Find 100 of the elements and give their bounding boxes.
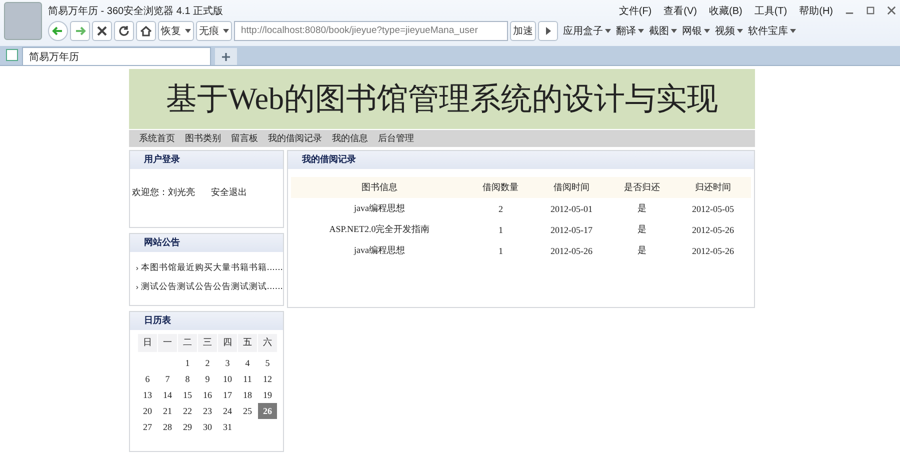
table-cell-text: 1 xyxy=(497,244,504,258)
calendar-day[interactable]: 13 xyxy=(138,387,157,403)
nav-link[interactable]: 我的信息 xyxy=(332,132,368,145)
table-cell-text: ASP.NET2.0完全开发指南 xyxy=(328,223,431,236)
menu-item[interactable]: 查看(V) xyxy=(664,4,697,18)
home-icon xyxy=(140,25,152,37)
plus-icon xyxy=(221,52,231,62)
site-title: 基于Web的图书馆管理系统的设计与实现 xyxy=(166,80,718,118)
refresh-button[interactable] xyxy=(114,21,134,41)
calendar-day[interactable]: 24 xyxy=(218,403,237,419)
calendar-day[interactable]: 21 xyxy=(158,403,177,419)
calendar-day[interactable]: 1 xyxy=(178,355,197,371)
toolbar-item[interactable]: 翻译 xyxy=(616,24,644,38)
nav-link[interactable]: 图书类别 xyxy=(185,132,221,145)
toolbar-item[interactable]: 网银 xyxy=(682,24,710,38)
nav-link[interactable]: 留言板 xyxy=(231,132,258,145)
go-button[interactable] xyxy=(538,21,558,41)
menu-item[interactable]: 工具(T) xyxy=(754,4,788,18)
calendar-day[interactable]: 23 xyxy=(198,403,217,419)
table-cell-text: 1 xyxy=(497,224,504,236)
calendar-day[interactable]: 11 xyxy=(238,371,257,387)
browser-tab[interactable]: 简易万年历 xyxy=(22,47,211,65)
back-button[interactable] xyxy=(48,21,68,41)
window-title: 简易万年历 - 360安全浏览器 4.1 正式版 xyxy=(48,4,224,18)
stop-button[interactable] xyxy=(92,21,112,41)
restore-button[interactable]: 恢复 xyxy=(158,21,194,41)
notice-link[interactable]: 本图书馆最近购买大量书籍书籍...... xyxy=(140,262,283,274)
column-header: 借阅数量 xyxy=(468,177,534,198)
calendar-day[interactable]: 6 xyxy=(138,371,157,387)
speedup-button[interactable]: 加速 xyxy=(510,21,536,41)
table-cell-text: 2012-05-26 xyxy=(549,244,594,258)
table-cell-text: 2012-05-26 xyxy=(691,224,736,236)
table-cell-text: java编程思想 xyxy=(352,244,406,257)
calendar-day[interactable]: 22 xyxy=(178,403,197,419)
sidebar-toggle-icon[interactable] xyxy=(6,49,18,61)
refresh-icon xyxy=(118,25,130,37)
forward-arrow-icon xyxy=(74,25,86,37)
nav-link[interactable]: 后台管理 xyxy=(378,132,414,145)
toolbar-item[interactable]: 视频 xyxy=(715,24,743,38)
panel-heading: 用户登录 xyxy=(130,151,283,169)
calendar-day[interactable]: 17 xyxy=(218,387,237,403)
calendar-day[interactable]: 20 xyxy=(138,403,157,419)
nav-link[interactable]: 我的借阅记录 xyxy=(268,132,322,145)
calendar-day[interactable]: 29 xyxy=(178,419,197,435)
calendar-day[interactable]: 19 xyxy=(258,387,277,403)
maximize-icon[interactable] xyxy=(866,6,875,15)
home-button[interactable] xyxy=(136,21,156,41)
calendar-day[interactable]: 9 xyxy=(198,371,217,387)
menu-item[interactable]: 帮助(H) xyxy=(799,4,833,18)
new-tab-button[interactable] xyxy=(215,48,237,65)
panel-heading: 我的借阅记录 xyxy=(288,151,754,169)
calendar-day[interactable]: 4 xyxy=(238,355,257,371)
table-cell: 是 xyxy=(609,198,676,219)
calendar-day[interactable]: 14 xyxy=(158,387,177,403)
table-cell: java编程思想 xyxy=(291,198,468,219)
notice-link[interactable]: 测试公告测试公告公告测试测试...... xyxy=(140,281,283,293)
toolbar-item[interactable]: 应用盒子 xyxy=(563,24,611,38)
table-cell-text: 是 xyxy=(636,223,648,236)
calendar-day[interactable]: 12 xyxy=(258,371,277,387)
welcome-text: 欢迎您：刘光亮 xyxy=(132,186,195,199)
incognito-button[interactable]: 无痕 xyxy=(196,21,232,41)
nav-link[interactable]: 系统首页 xyxy=(139,132,175,145)
calendar-day[interactable]: 10 xyxy=(218,371,237,387)
table-cell-text: 2012-05-17 xyxy=(549,224,594,236)
weekday-label: 三 xyxy=(198,334,217,352)
panel-heading: 日历表 xyxy=(130,312,283,330)
calendar-day[interactable]: 16 xyxy=(198,387,217,403)
table-cell-text: 是 xyxy=(636,244,648,257)
column-header: 是否归还 xyxy=(609,177,676,198)
calendar-day[interactable]: 31 xyxy=(218,419,237,435)
toolbar-item[interactable]: 软件宝库 xyxy=(748,24,796,38)
table-cell-text: 2012-05-26 xyxy=(691,244,736,258)
table-cell: 2012-05-05 xyxy=(675,198,751,219)
calendar-day[interactable]: 28 xyxy=(158,419,177,435)
address-bar[interactable]: http://localhost:8080/book/jieyue?type=jieyueMana_user xyxy=(234,21,508,41)
weekday-label: 五 xyxy=(238,334,257,352)
calendar-day[interactable]: 2 xyxy=(198,355,217,371)
weekday-label: 六 xyxy=(258,334,277,352)
panel-heading: 网站公告 xyxy=(130,234,283,252)
calendar-day[interactable]: 25 xyxy=(238,403,257,419)
logout-link[interactable]: 安全退出 xyxy=(211,186,247,199)
calendar-day[interactable]: 30 xyxy=(198,419,217,435)
calendar-day[interactable]: 3 xyxy=(218,355,237,371)
table-cell: 2012-05-01 xyxy=(534,198,610,219)
calendar-day[interactable]: 15 xyxy=(178,387,197,403)
calendar-day[interactable]: 7 xyxy=(158,371,177,387)
calendar-day[interactable]: 8 xyxy=(178,371,197,387)
weekday-label: 二 xyxy=(178,334,197,352)
column-header: 图书信息 xyxy=(291,177,468,198)
calendar-day[interactable]: 5 xyxy=(258,355,277,371)
close-icon[interactable] xyxy=(887,6,896,15)
stop-icon xyxy=(96,25,108,37)
toolbar-item[interactable]: 截图 xyxy=(649,24,677,38)
menu-item[interactable]: 收藏(B) xyxy=(708,4,742,18)
menu-item[interactable]: 文件(F) xyxy=(618,4,652,18)
calendar-day[interactable]: 27 xyxy=(138,419,157,435)
calendar-day[interactable]: 26 xyxy=(258,403,277,419)
weekday-label: 一 xyxy=(158,334,177,352)
table-cell: 2 xyxy=(468,198,534,219)
calendar-day[interactable]: 18 xyxy=(238,387,257,403)
